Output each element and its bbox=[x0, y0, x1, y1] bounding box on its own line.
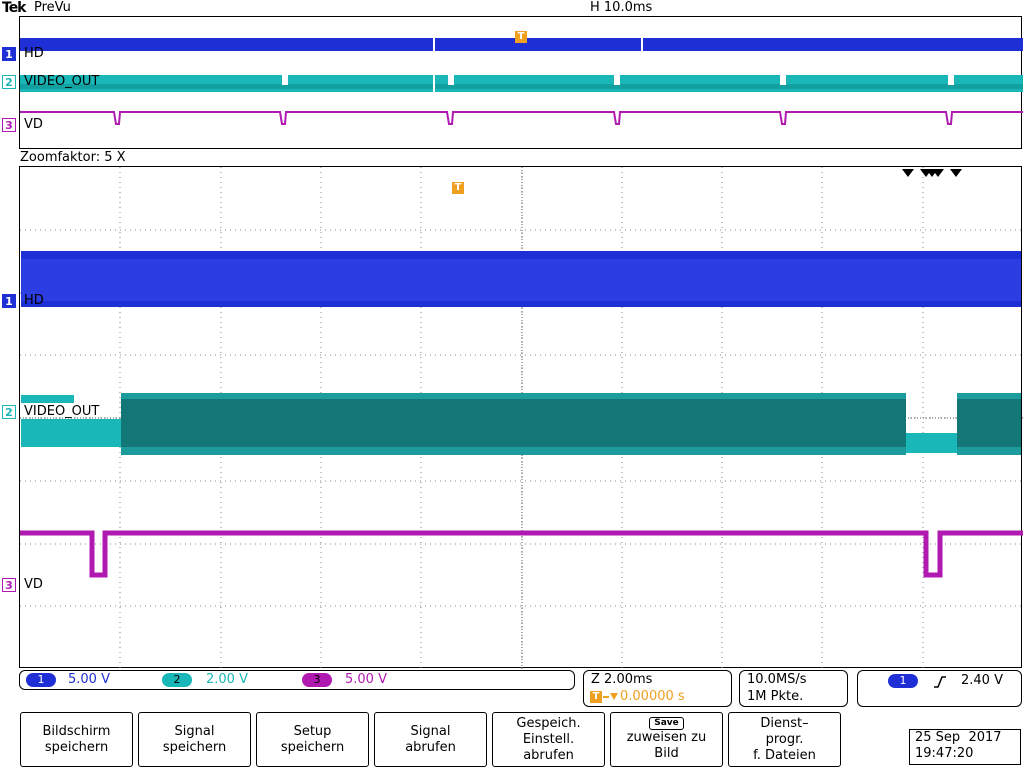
button-label: Signal bbox=[410, 723, 451, 739]
zoom-ch3-label: VD bbox=[24, 577, 43, 592]
recall-setup-button[interactable]: Gespeich. Einstell. abrufen bbox=[492, 712, 605, 767]
date-value: 25 Sep 2017 bbox=[915, 730, 1002, 745]
overview-ch1-label: HD bbox=[24, 46, 44, 61]
overview-ch3-label: VD bbox=[24, 117, 43, 132]
button-label: Einstell. bbox=[522, 731, 575, 747]
save-key-icon: Save bbox=[649, 717, 684, 730]
button-label: zuweisen zu bbox=[626, 730, 707, 745]
overview-waveform-pane[interactable]: T bbox=[19, 16, 1023, 149]
trigger-readout-box[interactable]: 1 2.40 V bbox=[857, 670, 1022, 707]
button-label: progr. bbox=[765, 731, 804, 747]
zoom-waveform-graticule[interactable]: T bbox=[19, 166, 1023, 669]
overview-ch1-badge[interactable]: 1 bbox=[2, 47, 16, 61]
zoom-waveforms bbox=[20, 251, 1023, 578]
button-label: speichern bbox=[280, 739, 345, 755]
button-label: Bildschirm bbox=[42, 723, 111, 739]
overview-ch3-badge[interactable]: 3 bbox=[2, 118, 16, 132]
trigger-level-value: 2.40 V bbox=[961, 673, 1003, 688]
button-label: Bild bbox=[654, 746, 679, 761]
zoom-ch3-trace bbox=[20, 530, 1023, 578]
zoom-ch3-badge[interactable]: 3 bbox=[2, 578, 16, 592]
zoom-ch1-badge[interactable]: 1 bbox=[2, 294, 16, 308]
ch3-scale-badge[interactable]: 3 bbox=[302, 673, 332, 687]
button-label: f. Dateien bbox=[753, 747, 816, 763]
record-length-value: 1M Pkte. bbox=[747, 689, 804, 704]
zoom-ch2-badge[interactable]: 2 bbox=[2, 405, 16, 419]
zoom-ch2-label: VIDEO_OUT bbox=[24, 404, 100, 419]
button-label: speichern bbox=[44, 739, 109, 755]
button-label: Setup bbox=[293, 723, 332, 739]
recall-waveform-button[interactable]: Signal abrufen bbox=[374, 712, 487, 767]
ch2-scale-value: 2.00 V bbox=[206, 672, 248, 687]
zoom-factor-label: Zoomfaktor: 5 X bbox=[20, 150, 126, 165]
channel-scale-bar[interactable]: 1 5.00 V 2 2.00 V 3 5.00 V bbox=[19, 670, 575, 690]
zoom-delay-value: 0.00000 s bbox=[620, 689, 685, 704]
assign-save-button[interactable]: Save zuweisen zu Bild bbox=[610, 712, 723, 767]
ch2-scale-badge[interactable]: 2 bbox=[162, 673, 192, 687]
sample-rate-value: 10.0MS/s bbox=[747, 672, 807, 687]
button-label: Signal bbox=[174, 723, 215, 739]
ch3-scale-value: 5.00 V bbox=[345, 672, 387, 687]
date-time-readout: 25 Sep 2017 19:47:20 bbox=[909, 729, 1021, 765]
save-waveform-button[interactable]: Signal speichern bbox=[138, 712, 251, 767]
overview-ch3-trace bbox=[20, 111, 1023, 125]
overview-ch2-trace bbox=[20, 75, 1023, 92]
button-label: speichern bbox=[162, 739, 227, 755]
sample-rate-box[interactable]: 10.0MS/s 1M Pkte. bbox=[739, 670, 848, 707]
button-label: abrufen bbox=[523, 747, 574, 763]
button-label: Dienst– bbox=[760, 715, 809, 731]
ch1-scale-value: 5.00 V bbox=[68, 672, 110, 687]
save-setup-button[interactable]: Setup speichern bbox=[256, 712, 369, 767]
overview-ch2-badge[interactable]: 2 bbox=[2, 75, 16, 89]
zoom-ch1-label: HD bbox=[24, 293, 44, 308]
time-value: 19:47:20 bbox=[915, 746, 974, 761]
file-utilities-button[interactable]: Dienst– progr. f. Dateien bbox=[728, 712, 841, 767]
overview-ch2-label: VIDEO_OUT bbox=[24, 74, 100, 89]
button-label: Gespeich. bbox=[516, 715, 581, 731]
zoom-edge-markers bbox=[902, 169, 962, 177]
button-label: abrufen bbox=[405, 739, 456, 755]
ch1-scale-badge[interactable]: 1 bbox=[26, 673, 56, 687]
zoom-scale-box[interactable]: Z 2.00ms T 0.00000 s bbox=[583, 670, 732, 707]
save-screen-button[interactable]: Bildschirm speichern bbox=[20, 712, 133, 767]
overview-trigger-marker: T bbox=[515, 31, 527, 43]
